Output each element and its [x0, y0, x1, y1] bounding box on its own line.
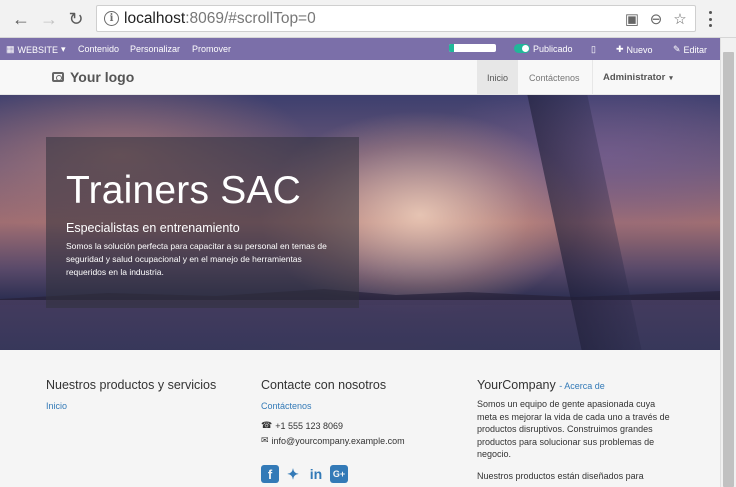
footer-phone: ☎ +1 555 123 8069 [261, 420, 405, 431]
site-header: Your logo Inicio Contáctenos Administrat… [0, 60, 720, 95]
footer-products-column: Nuestros productos y servicios Inicio [46, 378, 216, 411]
caret-down-icon: ▾ [61, 44, 66, 54]
footer-about-text-2: Nuestros productos están diseñados para [477, 470, 644, 481]
footer-contact-column: Contacte con nosotros Contáctenos ☎ +1 5… [261, 378, 405, 483]
nav-item-contactenos[interactable]: Contáctenos [519, 60, 590, 95]
footer-email: ✉ info@yourcompany.example.com [261, 435, 405, 446]
facebook-icon[interactable]: f [261, 465, 279, 483]
zoom-out-icon[interactable]: ⊖ [647, 10, 665, 28]
url-path: :8069/#scrollTop=0 [185, 10, 316, 27]
hero-subtitle: Especialistas en entrenamiento [66, 221, 240, 235]
phone-icon: ☎ [261, 420, 273, 430]
footer-contact-title: Contacte con nosotros [261, 378, 387, 392]
footer-link-contactenos[interactable]: Contáctenos [261, 401, 405, 411]
forward-arrow-icon[interactable]: → [37, 7, 61, 31]
footer-phone-text: +1 555 123 8069 [275, 420, 344, 431]
website-editor-bar: ▦ WEBSITE ▾ Contenido Personalizar Promo… [0, 38, 720, 60]
footer-link-inicio[interactable]: Inicio [46, 401, 216, 411]
url-text: localhost:8069/#scrollTop=0 [124, 10, 316, 28]
hero-banner: Trainers SAC Especialistas en entrenamie… [0, 95, 720, 350]
twitter-icon[interactable]: ✦ [284, 465, 302, 483]
edit-button-label: Editar [683, 44, 708, 55]
info-icon[interactable]: i [104, 11, 119, 26]
caret-down-icon: ▾ [669, 74, 673, 82]
browser-menu-icon[interactable] [704, 9, 716, 29]
footer-company-column: YourCompany - Acerca de Somos un equipo … [477, 378, 677, 482]
page-scrollbar[interactable] [720, 38, 736, 487]
site-logo[interactable]: Your logo [52, 69, 134, 85]
bookmark-star-icon[interactable]: ☆ [671, 10, 689, 28]
site-footer: Nuestros productos y servicios Inicio Co… [0, 350, 720, 487]
logo-text: Your logo [70, 69, 135, 85]
content-menu[interactable]: Contenido [78, 44, 119, 54]
website-menu-label: WEBSITE [17, 44, 59, 55]
hero-description: Somos la solución perfecta para capacita… [66, 241, 327, 277]
footer-about-text-1: Somos un equipo de gente apasionada cuya… [477, 399, 670, 459]
edit-button[interactable]: ✎ Editar [673, 44, 707, 55]
footer-company-title: YourCompany [477, 378, 556, 392]
promote-menu[interactable]: Promover [192, 44, 231, 54]
grid-icon: ▦ [6, 44, 15, 54]
hero-title: Trainers SAC [66, 169, 302, 212]
footer-company-heading: YourCompany - Acerca de [477, 378, 677, 392]
seo-progress-fill [449, 44, 454, 52]
website-menu[interactable]: ▦ WEBSITE ▾ [6, 44, 66, 55]
footer-products-title: Nuestros productos y servicios [46, 378, 217, 392]
customize-menu[interactable]: Personalizar [130, 44, 180, 54]
publish-toggle[interactable] [514, 44, 530, 53]
plus-icon: ✚ [616, 44, 624, 54]
envelope-icon: ✉ [261, 435, 269, 445]
reload-icon[interactable]: ↻ [64, 7, 88, 31]
hero-caption: Trainers SAC Especialistas en entrenamie… [46, 137, 359, 308]
back-arrow-icon[interactable]: ← [9, 7, 33, 31]
url-host: localhost [124, 10, 186, 27]
nav-item-inicio[interactable]: Inicio [477, 60, 519, 95]
google-plus-icon[interactable]: G+ [330, 465, 348, 483]
new-button-label: Nuevo [626, 44, 653, 55]
seo-progress-bar[interactable] [449, 44, 496, 52]
translate-icon[interactable]: ▣ [623, 10, 641, 28]
published-label: Publicado [533, 44, 573, 54]
admin-menu[interactable]: Administrator ▾ [592, 60, 683, 95]
address-bar[interactable]: i localhost:8069/#scrollTop=0 ▣ ⊖ ☆ [96, 5, 696, 32]
new-button[interactable]: ✚ Nuevo [616, 44, 653, 55]
footer-about-link[interactable]: - Acerca de [559, 381, 605, 391]
camera-icon [52, 72, 64, 82]
browser-toolbar: ← → ↻ i localhost:8069/#scrollTop=0 ▣ ⊖ … [0, 0, 736, 38]
mobile-preview-icon[interactable]: ▯ [591, 44, 596, 55]
linkedin-icon[interactable]: in [307, 465, 325, 483]
social-icons: f ✦ in G+ [261, 465, 405, 483]
scrollbar-thumb[interactable] [723, 52, 734, 487]
pencil-icon: ✎ [673, 44, 681, 54]
footer-email-text: info@yourcompany.example.com [271, 435, 405, 446]
admin-label: Administrator [603, 72, 666, 83]
